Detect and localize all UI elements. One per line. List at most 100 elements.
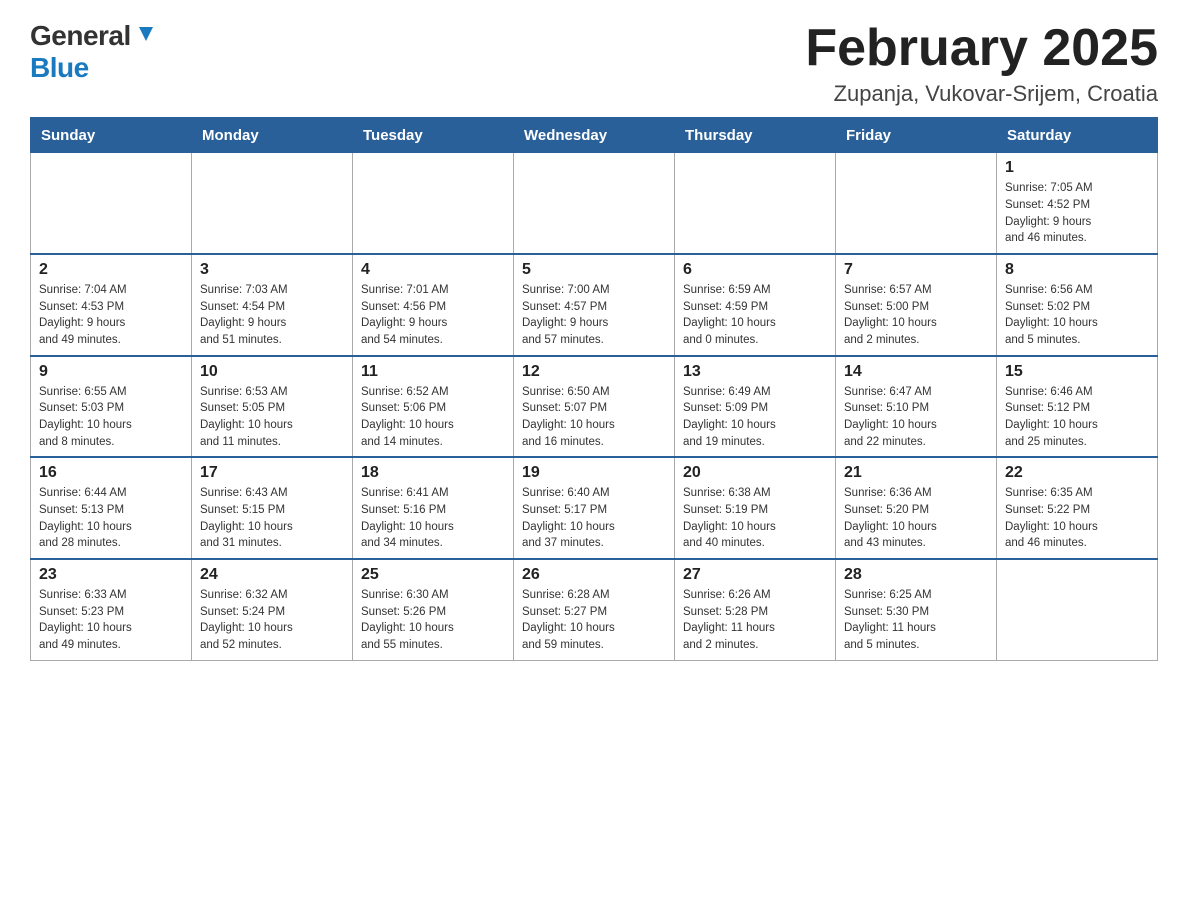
day-number: 9: [39, 363, 183, 381]
table-row: [514, 153, 675, 254]
day-number: 13: [683, 363, 827, 381]
day-number: 17: [200, 464, 344, 482]
table-row: 19 Sunrise: 6:40 AM Sunset: 5:17 PM Dayli…: [514, 457, 675, 559]
col-saturday: Saturday: [997, 118, 1158, 153]
day-number: 12: [522, 363, 666, 381]
day-info: Sunrise: 6:55 AM Sunset: 5:03 PM Dayligh…: [39, 384, 183, 451]
title-block: February 2025 Zupanja, Vukovar-Srijem, C…: [805, 20, 1158, 107]
day-info: Sunrise: 6:25 AM Sunset: 5:30 PM Dayligh…: [844, 587, 988, 654]
day-info: Sunrise: 6:28 AM Sunset: 5:27 PM Dayligh…: [522, 587, 666, 654]
day-info: Sunrise: 6:47 AM Sunset: 5:10 PM Dayligh…: [844, 384, 988, 451]
day-number: 26: [522, 566, 666, 584]
day-number: 18: [361, 464, 505, 482]
calendar-week-row: 9 Sunrise: 6:55 AM Sunset: 5:03 PM Daylig…: [31, 356, 1158, 458]
col-tuesday: Tuesday: [353, 118, 514, 153]
day-number: 21: [844, 464, 988, 482]
day-number: 5: [522, 261, 666, 279]
col-monday: Monday: [192, 118, 353, 153]
table-row: 11 Sunrise: 6:52 AM Sunset: 5:06 PM Dayli…: [353, 356, 514, 458]
table-row: [31, 153, 192, 254]
table-row: [836, 153, 997, 254]
day-info: Sunrise: 6:56 AM Sunset: 5:02 PM Dayligh…: [1005, 282, 1149, 349]
calendar-week-row: 16 Sunrise: 6:44 AM Sunset: 5:13 PM Dayli…: [31, 457, 1158, 559]
day-info: Sunrise: 7:03 AM Sunset: 4:54 PM Dayligh…: [200, 282, 344, 349]
col-thursday: Thursday: [675, 118, 836, 153]
day-number: 6: [683, 261, 827, 279]
calendar-week-row: 23Sunrise: 6:33 AM Sunset: 5:23 PM Dayli…: [31, 559, 1158, 660]
table-row: 14 Sunrise: 6:47 AM Sunset: 5:10 PM Dayli…: [836, 356, 997, 458]
location-title: Zupanja, Vukovar-Srijem, Croatia: [805, 81, 1158, 107]
day-info: Sunrise: 6:46 AM Sunset: 5:12 PM Dayligh…: [1005, 384, 1149, 451]
day-info: Sunrise: 6:49 AM Sunset: 5:09 PM Dayligh…: [683, 384, 827, 451]
day-number: 28: [844, 566, 988, 584]
day-number: 1: [1005, 159, 1149, 177]
table-row: 6Sunrise: 6:59 AM Sunset: 4:59 PM Daylig…: [675, 254, 836, 356]
day-number: 20: [683, 464, 827, 482]
day-info: Sunrise: 6:52 AM Sunset: 5:06 PM Dayligh…: [361, 384, 505, 451]
day-info: Sunrise: 6:41 AM Sunset: 5:16 PM Dayligh…: [361, 485, 505, 552]
calendar-table: Sunday Monday Tuesday Wednesday Thursday…: [30, 117, 1158, 660]
day-info: Sunrise: 7:01 AM Sunset: 4:56 PM Dayligh…: [361, 282, 505, 349]
logo-general-text: General: [30, 20, 131, 52]
table-row: 2 Sunrise: 7:04 AM Sunset: 4:53 PM Daylig…: [31, 254, 192, 356]
day-info: Sunrise: 6:36 AM Sunset: 5:20 PM Dayligh…: [844, 485, 988, 552]
table-row: [675, 153, 836, 254]
calendar-week-row: 1 Sunrise: 7:05 AM Sunset: 4:52 PM Daylig…: [31, 153, 1158, 254]
day-number: 7: [844, 261, 988, 279]
table-row: 16 Sunrise: 6:44 AM Sunset: 5:13 PM Dayli…: [31, 457, 192, 559]
day-number: 19: [522, 464, 666, 482]
day-info: Sunrise: 6:30 AM Sunset: 5:26 PM Dayligh…: [361, 587, 505, 654]
table-row: 12 Sunrise: 6:50 AM Sunset: 5:07 PM Dayli…: [514, 356, 675, 458]
day-info: Sunrise: 7:00 AM Sunset: 4:57 PM Dayligh…: [522, 282, 666, 349]
day-info: Sunrise: 6:40 AM Sunset: 5:17 PM Dayligh…: [522, 485, 666, 552]
day-info: Sunrise: 7:05 AM Sunset: 4:52 PM Dayligh…: [1005, 180, 1149, 247]
day-info: Sunrise: 7:04 AM Sunset: 4:53 PM Dayligh…: [39, 282, 183, 349]
page-header: General Blue February 2025 Zupanja, Vuko…: [30, 20, 1158, 107]
day-number: 2: [39, 261, 183, 279]
day-number: 10: [200, 363, 344, 381]
table-row: 3 Sunrise: 7:03 AM Sunset: 4:54 PM Daylig…: [192, 254, 353, 356]
day-number: 22: [1005, 464, 1149, 482]
day-number: 15: [1005, 363, 1149, 381]
table-row: 15 Sunrise: 6:46 AM Sunset: 5:12 PM Dayli…: [997, 356, 1158, 458]
table-row: 18 Sunrise: 6:41 AM Sunset: 5:16 PM Dayli…: [353, 457, 514, 559]
table-row: 1 Sunrise: 7:05 AM Sunset: 4:52 PM Daylig…: [997, 153, 1158, 254]
calendar-header-row: Sunday Monday Tuesday Wednesday Thursday…: [31, 118, 1158, 153]
day-number: 4: [361, 261, 505, 279]
table-row: 22Sunrise: 6:35 AM Sunset: 5:22 PM Dayli…: [997, 457, 1158, 559]
table-row: 9 Sunrise: 6:55 AM Sunset: 5:03 PM Daylig…: [31, 356, 192, 458]
table-row: 4 Sunrise: 7:01 AM Sunset: 4:56 PM Daylig…: [353, 254, 514, 356]
day-number: 14: [844, 363, 988, 381]
table-row: [353, 153, 514, 254]
logo-blue-text: Blue: [30, 52, 89, 84]
table-row: [192, 153, 353, 254]
table-row: 7 Sunrise: 6:57 AM Sunset: 5:00 PM Daylig…: [836, 254, 997, 356]
day-number: 3: [200, 261, 344, 279]
month-title: February 2025: [805, 20, 1158, 77]
table-row: 17Sunrise: 6:43 AM Sunset: 5:15 PM Dayli…: [192, 457, 353, 559]
day-number: 16: [39, 464, 183, 482]
day-info: Sunrise: 6:50 AM Sunset: 5:07 PM Dayligh…: [522, 384, 666, 451]
day-info: Sunrise: 6:33 AM Sunset: 5:23 PM Dayligh…: [39, 587, 183, 654]
day-number: 25: [361, 566, 505, 584]
table-row: 24Sunrise: 6:32 AM Sunset: 5:24 PM Dayli…: [192, 559, 353, 660]
table-row: [997, 559, 1158, 660]
day-number: 11: [361, 363, 505, 381]
day-number: 27: [683, 566, 827, 584]
day-info: Sunrise: 6:53 AM Sunset: 5:05 PM Dayligh…: [200, 384, 344, 451]
day-info: Sunrise: 6:26 AM Sunset: 5:28 PM Dayligh…: [683, 587, 827, 654]
table-row: 21 Sunrise: 6:36 AM Sunset: 5:20 PM Dayli…: [836, 457, 997, 559]
day-info: Sunrise: 6:38 AM Sunset: 5:19 PM Dayligh…: [683, 485, 827, 552]
table-row: 20 Sunrise: 6:38 AM Sunset: 5:19 PM Dayli…: [675, 457, 836, 559]
day-number: 8: [1005, 261, 1149, 279]
col-sunday: Sunday: [31, 118, 192, 153]
day-info: Sunrise: 6:32 AM Sunset: 5:24 PM Dayligh…: [200, 587, 344, 654]
table-row: 28 Sunrise: 6:25 AM Sunset: 5:30 PM Dayli…: [836, 559, 997, 660]
calendar-week-row: 2 Sunrise: 7:04 AM Sunset: 4:53 PM Daylig…: [31, 254, 1158, 356]
table-row: 27 Sunrise: 6:26 AM Sunset: 5:28 PM Dayli…: [675, 559, 836, 660]
table-row: 10 Sunrise: 6:53 AM Sunset: 5:05 PM Dayli…: [192, 356, 353, 458]
day-info: Sunrise: 6:44 AM Sunset: 5:13 PM Dayligh…: [39, 485, 183, 552]
table-row: 25 Sunrise: 6:30 AM Sunset: 5:26 PM Dayli…: [353, 559, 514, 660]
logo-arrow-icon: [135, 23, 157, 45]
day-info: Sunrise: 6:57 AM Sunset: 5:00 PM Dayligh…: [844, 282, 988, 349]
